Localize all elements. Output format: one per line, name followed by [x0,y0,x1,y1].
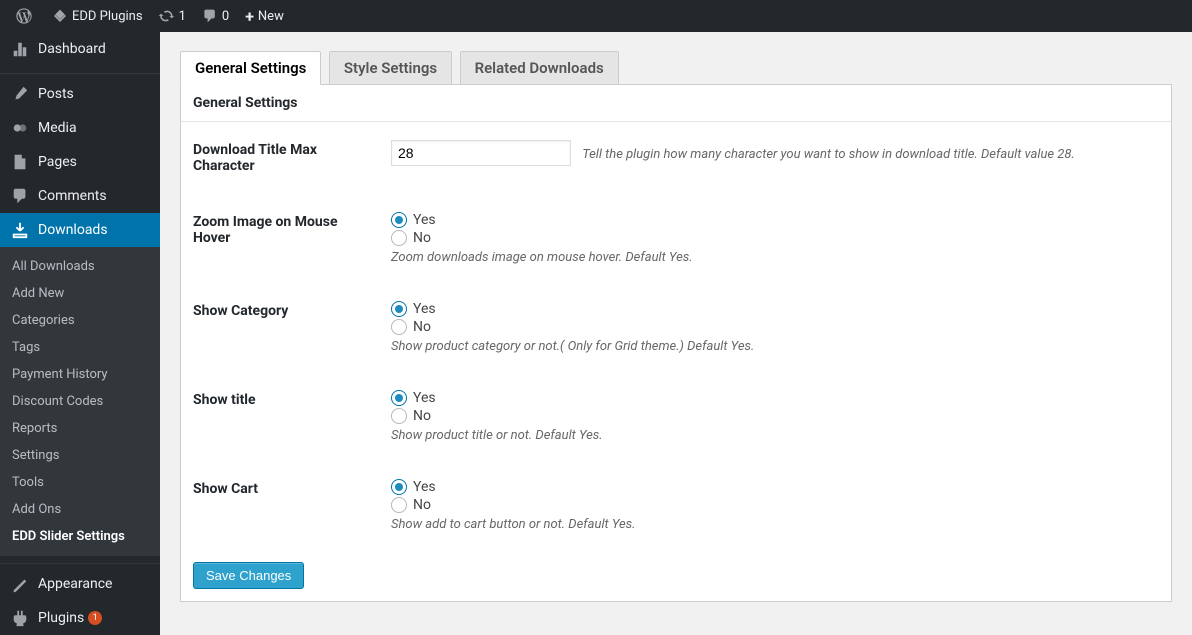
submenu-tags[interactable]: Tags [0,334,160,361]
radio-cart-no[interactable] [391,497,407,513]
menu-posts[interactable]: Posts [0,77,160,111]
media-icon [10,119,30,137]
dashboard-icon [10,40,30,58]
desc-title-max: Tell the plugin how many character you w… [582,147,1075,162]
main-content: General Settings Style Settings Related … [160,32,1192,635]
pages-icon [10,153,30,171]
radio-title-no[interactable] [391,408,407,424]
downloads-icon [10,221,30,239]
submenu-categories[interactable]: Categories [0,307,160,334]
desc-show-category: Show product category or not.( Only for … [391,339,1161,354]
new-content-link[interactable]: +New [237,0,292,32]
site-name: EDD Plugins [72,9,143,24]
radio-zoom-no-label: No [413,230,431,246]
panel-heading: General Settings [181,85,1171,122]
form-table: Download Title Max Character Tell the pl… [181,122,1171,550]
submenu-add-new[interactable]: Add New [0,280,160,307]
appearance-icon [10,575,30,593]
input-title-max[interactable] [391,140,571,166]
save-button[interactable]: Save Changes [193,562,304,589]
radio-zoom-no[interactable] [391,230,407,246]
admin-toolbar: EDD Plugins 1 0 +New [0,0,1192,32]
plugins-update-badge: 1 [88,611,102,625]
radio-category-no-label: No [413,319,431,335]
site-name-link[interactable]: EDD Plugins [44,0,151,32]
submenu-edd-slider-settings[interactable]: EDD Slider Settings [0,523,160,550]
submenu-discount-codes[interactable]: Discount Codes [0,388,160,415]
tab-general[interactable]: General Settings [180,51,321,85]
submenu-tools[interactable]: Tools [0,469,160,496]
new-label: New [258,9,284,24]
comments-icon [10,187,30,205]
radio-zoom-yes[interactable] [391,212,407,228]
menu-pages[interactable]: Pages [0,145,160,179]
radio-cart-yes[interactable] [391,479,407,495]
label-show-category: Show Category [181,283,381,372]
tab-related[interactable]: Related Downloads [460,51,619,84]
radio-cart-no-label: No [413,497,431,513]
radio-category-yes[interactable] [391,301,407,317]
label-title-max: Download Title Max Character [181,122,381,194]
radio-category-yes-label: Yes [413,301,436,317]
comments-link[interactable]: 0 [194,0,237,32]
label-show-title: Show title [181,372,381,461]
radio-category-no[interactable] [391,319,407,335]
radio-zoom-yes-label: Yes [413,212,436,228]
submenu-add-ons[interactable]: Add Ons [0,496,160,523]
desc-show-title: Show product title or not. Default Yes. [391,428,1161,443]
plugins-icon [10,609,30,627]
radio-title-yes-label: Yes [413,390,436,406]
admin-sidebar: Dashboard Posts Media Pages Comments Dow… [0,32,160,635]
menu-comments[interactable]: Comments [0,179,160,213]
submenu-payment-history[interactable]: Payment History [0,361,160,388]
desc-zoom: Zoom downloads image on mouse hover. Def… [391,250,1161,265]
menu-downloads[interactable]: Downloads [0,213,160,247]
posts-icon [10,85,30,103]
submenu-reports[interactable]: Reports [0,415,160,442]
submenu-settings[interactable]: Settings [0,442,160,469]
label-zoom: Zoom Image on Mouse Hover [181,194,381,283]
tab-style[interactable]: Style Settings [329,51,452,84]
desc-show-cart: Show add to cart button or not. Default … [391,517,1161,532]
menu-media[interactable]: Media [0,111,160,145]
submenu-downloads: All Downloads Add New Categories Tags Pa… [0,247,160,556]
comments-count: 0 [222,9,229,24]
radio-cart-yes-label: Yes [413,479,436,495]
menu-appearance[interactable]: Appearance [0,567,160,601]
label-show-cart: Show Cart [181,461,381,550]
menu-plugins[interactable]: Plugins1 [0,601,160,635]
wp-logo[interactable] [8,0,44,32]
submenu-all-downloads[interactable]: All Downloads [0,253,160,280]
tabs: General Settings Style Settings Related … [180,42,1172,85]
radio-title-yes[interactable] [391,390,407,406]
settings-panel: General Settings Download Title Max Char… [180,85,1172,602]
radio-title-no-label: No [413,408,431,424]
menu-dashboard[interactable]: Dashboard [0,32,160,66]
updates-link[interactable]: 1 [151,0,194,32]
updates-count: 1 [179,9,186,24]
